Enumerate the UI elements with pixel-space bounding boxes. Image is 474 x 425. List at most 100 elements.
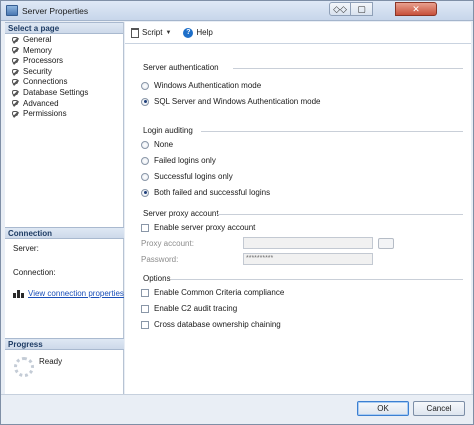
- proxy-password-label: Password:: [141, 255, 179, 264]
- browse-proxy-button[interactable]: [378, 238, 394, 249]
- page-item-label: Processors: [23, 56, 64, 66]
- progress-spinner-icon: [14, 357, 34, 377]
- server-properties-window: Server Properties ◇◇ ▢ ✕ Select a page G…: [0, 0, 474, 425]
- wrench-icon: [12, 89, 19, 97]
- radio-mixed-auth[interactable]: [141, 97, 149, 106]
- page-item-database-settings[interactable]: Database Settings: [12, 88, 123, 99]
- progress-header: Progress: [5, 338, 124, 350]
- bottom-bar: OK Cancel: [1, 394, 473, 424]
- server-proxy-label: Server proxy account: [143, 209, 219, 218]
- wrench-icon: [12, 68, 19, 76]
- cross-db-checkbox[interactable]: [141, 320, 149, 329]
- options-label: Options: [143, 274, 171, 283]
- radio-audit-successful[interactable]: [141, 172, 149, 181]
- right-pane: Script ▼ ? Help Server authentication Wi…: [125, 22, 471, 394]
- wrench-icon: [12, 110, 19, 118]
- option-label: Enable server proxy account: [154, 223, 256, 232]
- server-icon: [6, 5, 18, 16]
- progress-section: Progress Ready: [5, 338, 124, 377]
- wrench-icon: [12, 79, 19, 86]
- page-item-label: Database Settings: [23, 87, 89, 97]
- page-item-processors[interactable]: Processors: [12, 56, 123, 67]
- close-button[interactable]: ✕: [395, 2, 437, 16]
- proxy-account-label: Proxy account:: [141, 239, 194, 248]
- page-item-label: Memory: [23, 45, 52, 55]
- connection-section: Connection Server: Connection: View conn…: [5, 227, 124, 298]
- cancel-button[interactable]: Cancel: [413, 401, 465, 416]
- divider: [233, 68, 463, 69]
- option-label: SQL Server and Windows Authentication mo…: [154, 97, 321, 106]
- connection-header: Connection: [5, 227, 124, 239]
- enable-proxy-checkbox[interactable]: [141, 223, 149, 232]
- window-title: Server Properties: [22, 6, 89, 16]
- page-item-label: Permissions: [23, 109, 67, 119]
- enable-proxy-option[interactable]: Enable server proxy account: [141, 223, 255, 232]
- connection-label: Connection:: [13, 268, 56, 277]
- page-item-label: Advanced: [23, 98, 59, 108]
- page-item-permissions[interactable]: Permissions: [12, 109, 123, 120]
- page-item-general[interactable]: General: [12, 35, 123, 46]
- select-page-header: Select a page: [5, 22, 123, 34]
- view-connection-link-row: View connection properties: [5, 289, 124, 298]
- radio-audit-failed[interactable]: [141, 156, 149, 165]
- page-item-connections[interactable]: Connections: [12, 77, 123, 88]
- radio-audit-both[interactable]: [141, 188, 149, 197]
- toolbar: Script ▼ ? Help: [125, 22, 471, 44]
- page-item-label: Security: [23, 66, 52, 76]
- option-label: Failed logins only: [154, 156, 216, 165]
- page-item-memory[interactable]: Memory: [12, 46, 123, 57]
- audit-both-option[interactable]: Both failed and successful logins: [141, 188, 270, 197]
- wrench-icon: [12, 100, 19, 107]
- option-label: Both failed and successful logins: [154, 188, 271, 197]
- option-label: Enable Common Criteria compliance: [154, 288, 285, 297]
- divider: [201, 131, 463, 132]
- help-icon: ?: [183, 27, 194, 38]
- page-item-label: Connections: [23, 77, 68, 87]
- option-label: None: [154, 140, 174, 149]
- server-authentication-label: Server authentication: [143, 63, 219, 72]
- cross-db-option[interactable]: Cross database ownership chaining: [141, 320, 281, 329]
- common-criteria-checkbox[interactable]: [141, 288, 149, 297]
- script-label: Script: [142, 28, 163, 37]
- connection-icon: [13, 289, 24, 298]
- help-label: Help: [196, 28, 213, 37]
- minimize-button[interactable]: ▢: [351, 2, 373, 16]
- divider: [171, 279, 463, 280]
- divider: [217, 214, 463, 215]
- proxy-account-field[interactable]: [243, 237, 373, 249]
- restore-button[interactable]: ◇◇: [329, 2, 351, 16]
- audit-none-option[interactable]: None: [141, 140, 173, 149]
- common-criteria-option[interactable]: Enable Common Criteria compliance: [141, 288, 284, 297]
- option-label: Windows Authentication mode: [154, 81, 262, 90]
- wrench-icon: [12, 57, 19, 65]
- page-item-security[interactable]: Security: [12, 67, 123, 78]
- wrench-icon: [12, 47, 19, 54]
- proxy-password-field[interactable]: **********: [243, 253, 373, 265]
- title-bar[interactable]: Server Properties ◇◇ ▢ ✕: [1, 1, 473, 21]
- option-label: Enable C2 audit tracing: [154, 304, 238, 313]
- script-button[interactable]: Script ▼: [131, 27, 177, 38]
- windows-auth-option[interactable]: Windows Authentication mode: [141, 81, 261, 90]
- radio-audit-none[interactable]: [141, 140, 149, 149]
- c2-audit-option[interactable]: Enable C2 audit tracing: [141, 304, 237, 313]
- audit-failed-option[interactable]: Failed logins only: [141, 156, 216, 165]
- option-label: Cross database ownership chaining: [154, 320, 281, 329]
- audit-successful-option[interactable]: Successful logins only: [141, 172, 233, 181]
- wrench-icon: [12, 36, 19, 44]
- page-item-advanced[interactable]: Advanced: [12, 99, 123, 110]
- script-icon: [131, 27, 139, 38]
- ok-button[interactable]: OK: [357, 401, 409, 416]
- progress-status: Ready: [39, 357, 63, 366]
- help-button[interactable]: ? Help: [183, 27, 213, 38]
- mixed-auth-option[interactable]: SQL Server and Windows Authentication mo…: [141, 97, 320, 106]
- server-label: Server:: [13, 244, 39, 253]
- left-pane: Select a page General Memory Processors …: [5, 22, 124, 394]
- page-list: General Memory Processors Security Conne…: [5, 34, 123, 120]
- chevron-down-icon[interactable]: ▼: [165, 30, 171, 36]
- view-connection-properties-link[interactable]: View connection properties: [28, 289, 124, 298]
- page-item-label: General: [23, 35, 52, 44]
- login-auditing-label: Login auditing: [143, 126, 193, 135]
- c2-audit-checkbox[interactable]: [141, 304, 149, 313]
- radio-windows-auth[interactable]: [141, 81, 149, 90]
- option-label: Successful logins only: [154, 172, 233, 181]
